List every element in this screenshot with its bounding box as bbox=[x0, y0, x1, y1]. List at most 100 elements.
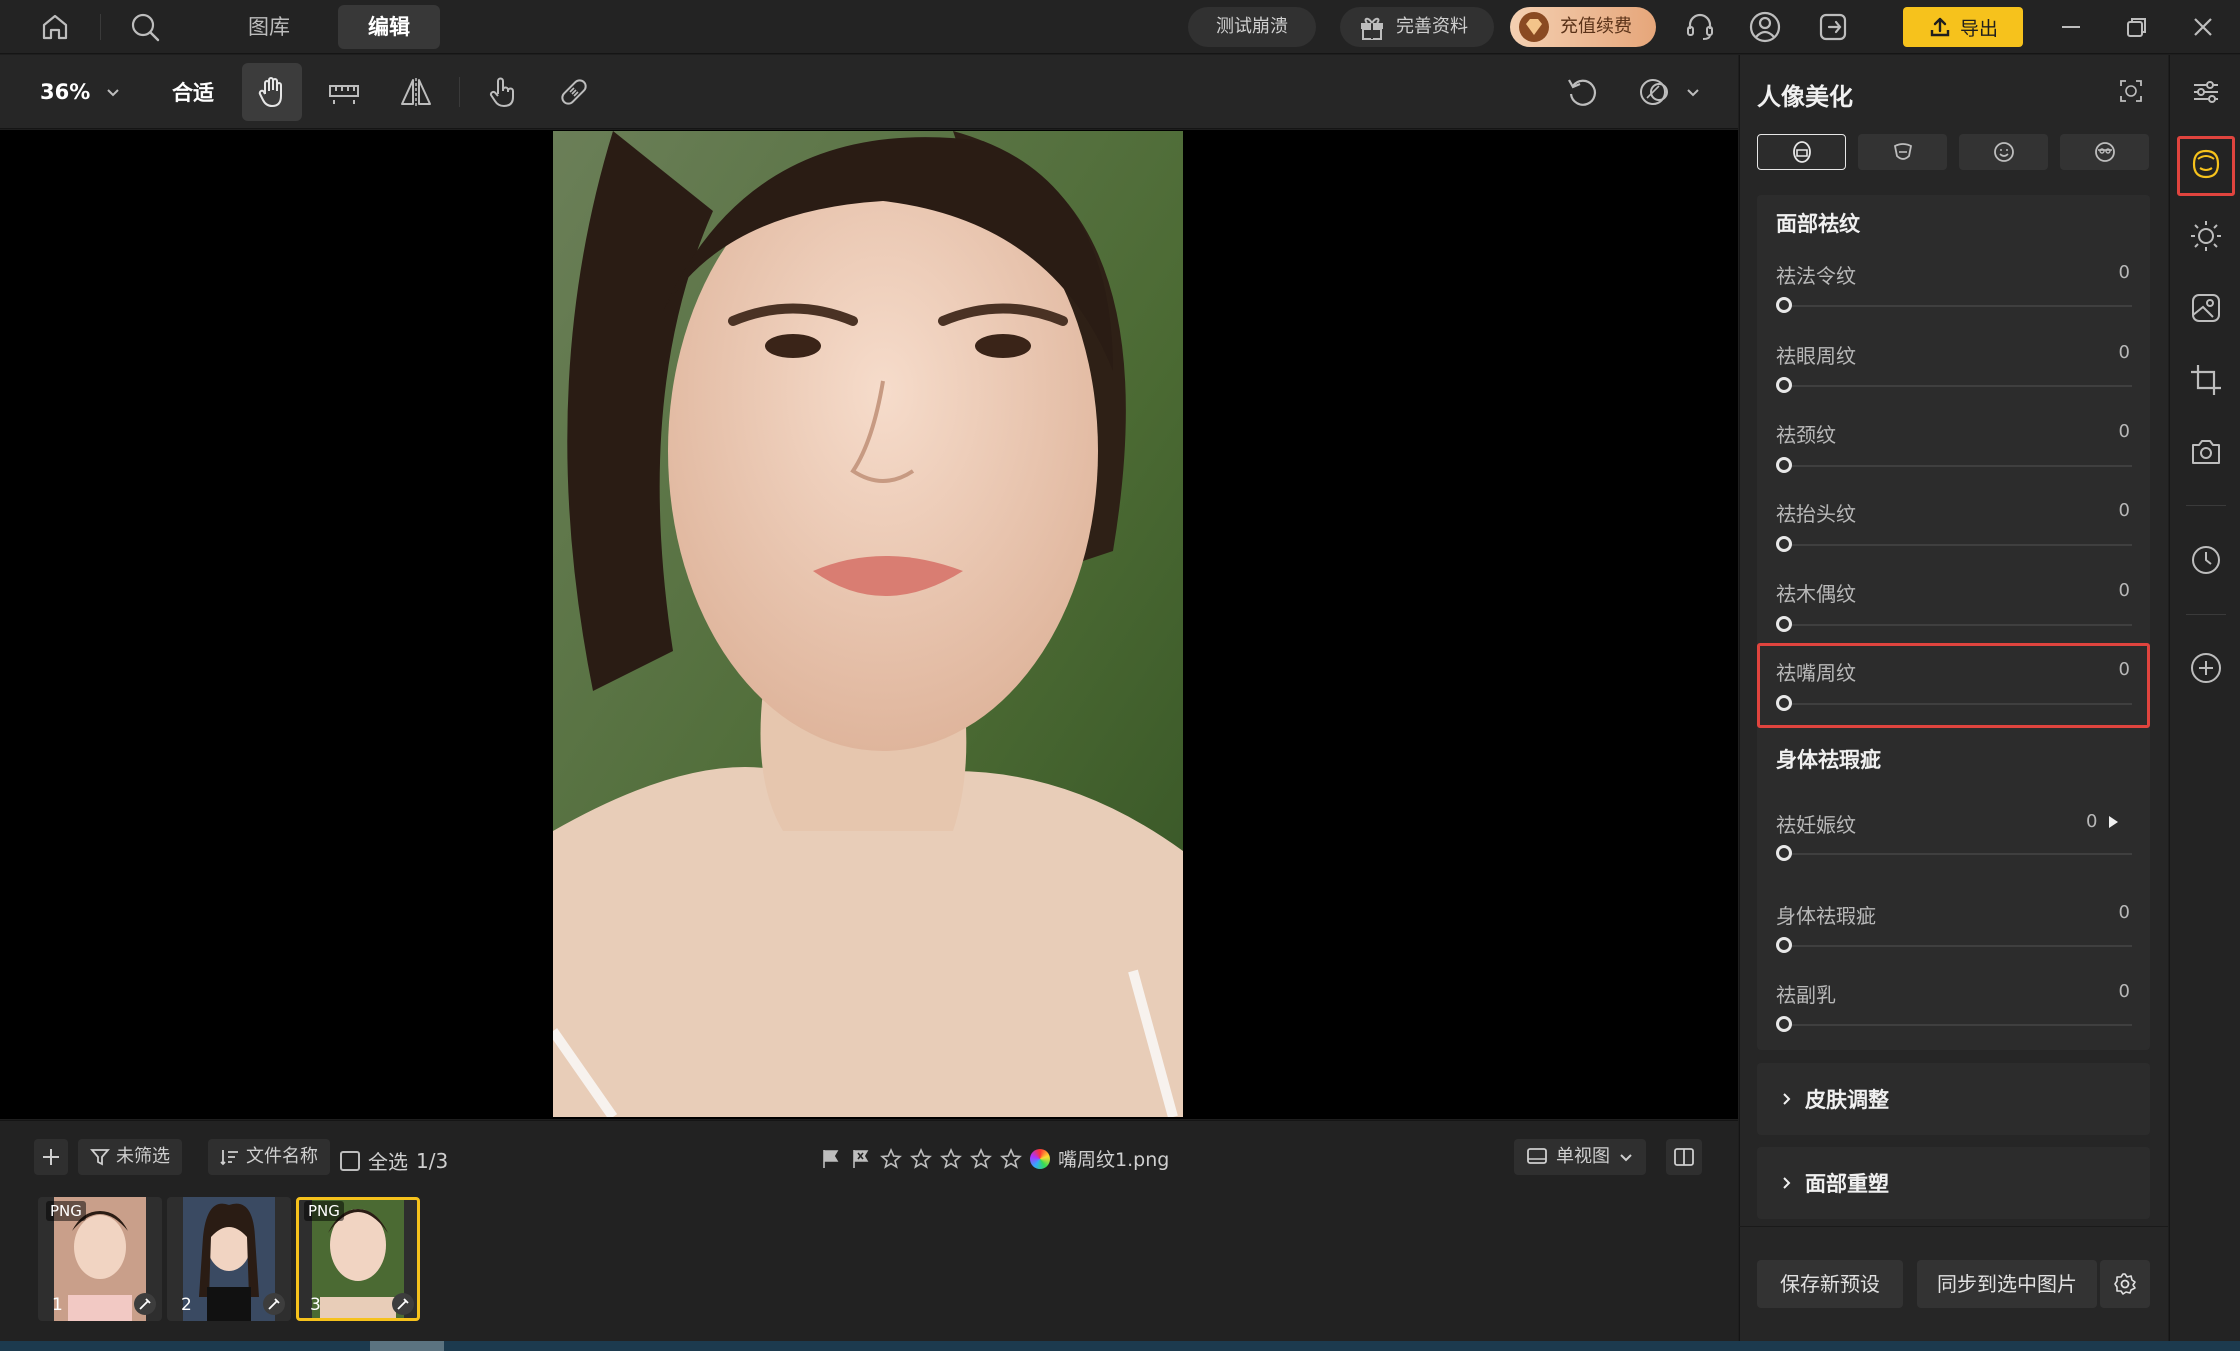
search-icon[interactable] bbox=[126, 8, 164, 46]
flip-tool-button[interactable] bbox=[386, 63, 446, 121]
slider-handle[interactable] bbox=[1776, 297, 1792, 313]
slider-handle[interactable] bbox=[1776, 457, 1792, 473]
customer-service-icon[interactable] bbox=[1681, 8, 1719, 46]
slider-value[interactable]: 0 bbox=[2100, 981, 2130, 1002]
face-detect-icon[interactable] bbox=[2118, 78, 2144, 104]
hand-icon bbox=[254, 74, 290, 110]
home-icon[interactable] bbox=[36, 8, 74, 46]
crash-test-button[interactable]: 测试崩溃 bbox=[1188, 7, 1316, 47]
slider-track[interactable] bbox=[1784, 305, 2132, 307]
flag-icon[interactable] bbox=[820, 1148, 842, 1170]
flip-icon bbox=[398, 74, 434, 110]
slider-label: 祛眼周纹 bbox=[1776, 344, 1856, 368]
slider-handle[interactable] bbox=[1776, 377, 1792, 393]
divider bbox=[459, 77, 460, 107]
section-title-body: 身体祛瑕疵 bbox=[1776, 748, 1881, 772]
adjust-sliders-icon[interactable] bbox=[2186, 72, 2226, 112]
split-view-button[interactable] bbox=[1666, 1139, 1702, 1175]
star-icon[interactable] bbox=[1000, 1147, 1022, 1170]
restore-icon[interactable] bbox=[2118, 8, 2156, 46]
filter-button[interactable]: 未筛选 bbox=[78, 1139, 182, 1175]
skin-adjust-section[interactable]: 皮肤调整 bbox=[1757, 1063, 2150, 1135]
highlight-box bbox=[1757, 643, 2150, 728]
subtab-makeup[interactable] bbox=[1858, 134, 1947, 170]
select-all-checkbox[interactable]: 全选 1/3 bbox=[340, 1146, 448, 1175]
slider-handle[interactable] bbox=[1776, 616, 1792, 632]
add-image-button[interactable] bbox=[34, 1139, 68, 1175]
diamond-icon bbox=[1518, 11, 1550, 43]
preset-settings-button[interactable] bbox=[2100, 1260, 2150, 1308]
slider-handle[interactable] bbox=[1776, 536, 1792, 552]
bandage-tool-button[interactable] bbox=[544, 63, 604, 121]
slider-track[interactable] bbox=[1784, 624, 2132, 626]
chevron-down-icon bbox=[1685, 84, 1701, 100]
current-filename: 嘴周纹1.png bbox=[1058, 1149, 1170, 1171]
chevron-down-icon bbox=[104, 83, 122, 101]
image-effects-icon[interactable] bbox=[2186, 288, 2226, 328]
zoom-dropdown[interactable]: 36% bbox=[40, 77, 122, 107]
star-icon[interactable] bbox=[970, 1147, 992, 1170]
tab-edit[interactable]: 编辑 bbox=[338, 5, 440, 49]
logout-icon[interactable] bbox=[1814, 8, 1852, 46]
history-icon[interactable] bbox=[2186, 540, 2226, 580]
slider-handle[interactable] bbox=[1776, 937, 1792, 953]
slider-track[interactable] bbox=[1784, 465, 2132, 467]
sort-button[interactable]: 文件名称 bbox=[208, 1139, 330, 1175]
star-icon[interactable] bbox=[940, 1147, 962, 1170]
slider-track[interactable] bbox=[1784, 544, 2132, 546]
slider-handle[interactable] bbox=[1776, 845, 1792, 861]
slider-track[interactable] bbox=[1784, 1024, 2132, 1026]
slider-handle[interactable] bbox=[1776, 1016, 1792, 1032]
slider-track[interactable] bbox=[1784, 385, 2132, 387]
close-icon[interactable] bbox=[2184, 8, 2222, 46]
reject-flag-icon[interactable] bbox=[850, 1148, 872, 1170]
bandage-icon bbox=[556, 74, 592, 110]
filter-icon bbox=[90, 1147, 110, 1167]
complete-profile-button[interactable]: 完善资料 bbox=[1340, 7, 1494, 47]
subtab-face[interactable] bbox=[1959, 134, 2048, 170]
slider-value[interactable]: 0 bbox=[2086, 811, 2097, 832]
fit-button[interactable]: 合适 bbox=[172, 77, 214, 107]
straighten-tool-button[interactable] bbox=[314, 63, 374, 121]
taskbar-item[interactable] bbox=[370, 1341, 444, 1351]
star-icon[interactable] bbox=[880, 1147, 902, 1170]
sync-to-selected-button[interactable]: 同步到选中图片 bbox=[1917, 1260, 2097, 1308]
panel-title: 人像美化 bbox=[1757, 83, 1853, 111]
view-mode-label: 单视图 bbox=[1556, 1146, 1610, 1167]
save-preset-button[interactable]: 保存新预设 bbox=[1757, 1260, 1903, 1308]
camera-icon[interactable] bbox=[2186, 432, 2226, 472]
compare-dropdown[interactable] bbox=[1624, 63, 1714, 121]
tab-gallery[interactable]: 图库 bbox=[218, 5, 320, 49]
minimize-icon[interactable] bbox=[2052, 8, 2090, 46]
slider-value[interactable]: 0 bbox=[2100, 500, 2130, 521]
export-button[interactable]: 导出 bbox=[1903, 7, 2023, 47]
hand-tool-button[interactable] bbox=[242, 63, 302, 121]
thumbnail-3[interactable]: PNG 3 bbox=[296, 1197, 420, 1321]
touch-tool-button[interactable] bbox=[472, 63, 532, 121]
slider-track[interactable] bbox=[1784, 945, 2132, 947]
slider-value[interactable]: 0 bbox=[2100, 262, 2130, 283]
subtab-wrinkle-removal[interactable] bbox=[1757, 134, 1846, 170]
image-count: 1/3 bbox=[416, 1148, 449, 1173]
recharge-button[interactable]: 充值续费 bbox=[1510, 7, 1656, 47]
slider-value[interactable]: 0 bbox=[2100, 342, 2130, 363]
user-icon[interactable] bbox=[1746, 8, 1784, 46]
subtab-eyes[interactable] bbox=[2060, 134, 2149, 170]
brightness-icon[interactable] bbox=[2186, 216, 2226, 256]
crop-icon[interactable] bbox=[2186, 360, 2226, 400]
star-icon[interactable] bbox=[910, 1147, 932, 1170]
portrait-photo[interactable] bbox=[553, 131, 1183, 1117]
thumbnail-2[interactable]: 2 bbox=[167, 1197, 291, 1321]
undo-button[interactable] bbox=[1553, 63, 1613, 121]
face-reshape-section[interactable]: 面部重塑 bbox=[1757, 1147, 2150, 1219]
color-label-icon[interactable] bbox=[1030, 1148, 1050, 1169]
view-mode-dropdown[interactable]: 单视图 bbox=[1514, 1139, 1646, 1175]
chevron-down-icon bbox=[1618, 1149, 1634, 1165]
thumbnail-1[interactable]: PNG 1 bbox=[38, 1197, 162, 1321]
slider-value[interactable]: 0 bbox=[2100, 421, 2130, 442]
slider-value[interactable]: 0 bbox=[2100, 902, 2130, 923]
slider-value[interactable]: 0 bbox=[2100, 580, 2130, 601]
slider-track[interactable] bbox=[1784, 853, 2132, 855]
add-circle-icon[interactable] bbox=[2186, 648, 2226, 688]
thumbnail-number: 2 bbox=[181, 1295, 192, 1315]
